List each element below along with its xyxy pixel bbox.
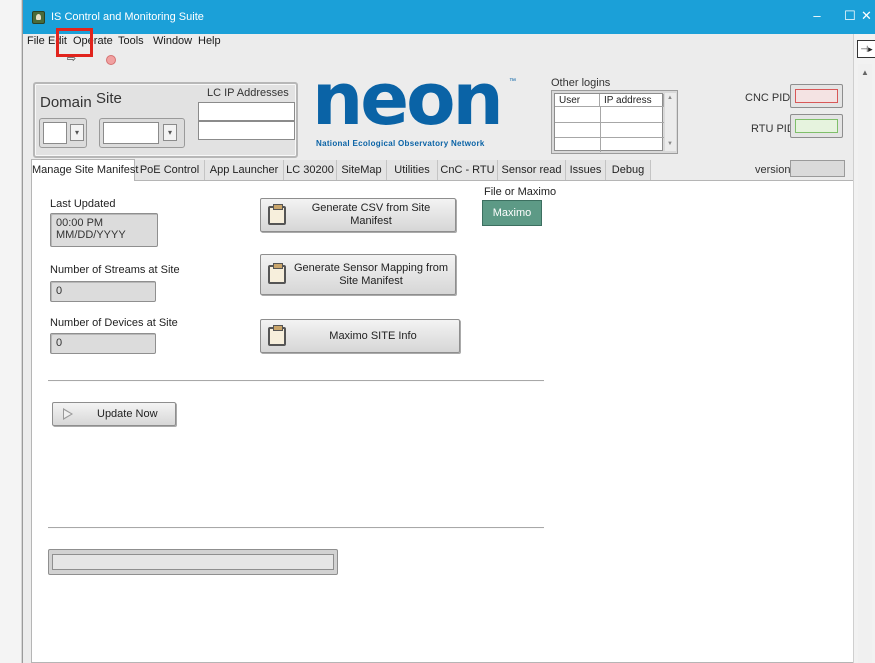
lc-ip-field-2 [198, 121, 295, 140]
menu-help[interactable]: Help [198, 35, 221, 47]
app-icon [32, 11, 45, 24]
menu-window[interactable]: Window [153, 35, 192, 47]
generate-csv-label: Generate CSV from Site Manifest [311, 202, 431, 227]
rtu-pid-indicator [790, 114, 843, 138]
tab-utilities[interactable]: Utilities [387, 160, 438, 180]
screen: IS Control and Monitoring Suite – ☐ File… [0, 0, 875, 663]
domain-label: Domain [40, 94, 92, 111]
cnc-pid-indicator [790, 84, 843, 108]
devices-count-label: Number of Devices at Site [50, 317, 178, 329]
maximize-icon[interactable]: ☐ [840, 8, 860, 26]
minimize-icon[interactable]: – [807, 8, 827, 26]
close-icon[interactable]: ✕ [858, 8, 875, 26]
generate-sensor-mapping-button[interactable]: Generate Sensor Mapping from Site Manife… [260, 254, 456, 295]
tab-debug[interactable]: Debug [606, 160, 651, 180]
tab-app-launcher[interactable]: App Launcher [205, 160, 284, 180]
last-updated-label: Last Updated [50, 198, 116, 210]
generate-sensor-mapping-label: Generate Sensor Mapping from Site Manife… [293, 261, 449, 287]
streams-count-display: 0 [50, 281, 156, 302]
clipboard-icon [268, 263, 286, 284]
maximo-toggle-button[interactable]: Maximo [482, 200, 542, 226]
tab-cnc-rtu[interactable]: CnC - RTU [438, 160, 498, 180]
connector-icon[interactable]: ⊣▸ [857, 40, 875, 58]
menu-bar: File Edit Operate Tools Window Help [23, 34, 875, 49]
abort-icon[interactable] [106, 55, 116, 65]
other-logins-table: User IP address ▲ ▼ [551, 90, 678, 154]
desktop-left-strip [0, 0, 22, 663]
lc-ip-label: LC IP Addresses [207, 87, 289, 99]
update-now-button[interactable]: Update Now [52, 402, 176, 426]
neon-logo: neon ™ National Ecological Observatory N… [312, 63, 544, 153]
play-icon [63, 408, 73, 420]
tab-poe-control[interactable]: PoE Control [135, 160, 205, 180]
logins-grid: User IP address [554, 93, 664, 152]
logins-header-user: User [555, 94, 600, 107]
logins-row-divider [555, 122, 664, 123]
cnc-pid-led [795, 89, 838, 103]
maximo-site-info-label: Maximo SITE Info [329, 329, 417, 342]
tab-manage-site-manifest[interactable]: Manage Site Manifest [31, 159, 138, 181]
manage-site-manifest-panel: Last Updated 00:00 PM MM/DD/YYYY Number … [31, 180, 854, 663]
clipboard-icon [268, 325, 286, 346]
lc-ip-field-1 [198, 102, 295, 121]
title-bar: IS Control and Monitoring Suite – ☐ [23, 0, 875, 34]
streams-count-value: 0 [56, 285, 63, 297]
progress-bar [48, 549, 338, 575]
clipboard-icon [268, 204, 286, 225]
tab-bar: Manage Site Manifest PoE Control App Lau… [31, 159, 653, 181]
domain-dropdown-icon[interactable]: ▾ [70, 124, 84, 141]
logins-header-ip: IP address [600, 94, 664, 107]
last-updated-display: 00:00 PM MM/DD/YYYY [50, 213, 158, 247]
domain-select[interactable]: ▾ [39, 118, 87, 148]
site-select[interactable]: ▾ [99, 118, 185, 148]
devices-count-display: 0 [50, 333, 156, 354]
side-panel-edge: ⊣▸ ▲ [853, 34, 875, 663]
tab-issues[interactable]: Issues [566, 160, 606, 180]
tab-sitemap[interactable]: SiteMap [337, 160, 387, 180]
site-label: Site [96, 90, 122, 107]
last-updated-time: 00:00 PM [56, 217, 104, 229]
site-dropdown-icon[interactable]: ▾ [163, 124, 177, 141]
app-window: IS Control and Monitoring Suite – ☐ File… [22, 0, 875, 663]
maximo-site-info-button[interactable]: Maximo SITE Info [260, 319, 460, 353]
rtu-pid-led [795, 119, 838, 133]
other-logins-label: Other logins [551, 77, 611, 89]
streams-count-label: Number of Streams at Site [50, 264, 180, 276]
section-divider [48, 527, 544, 529]
logo-subtitle: National Ecological Observatory Network [316, 139, 485, 148]
file-or-maximo-label: File or Maximo [484, 186, 557, 198]
progress-track [52, 554, 334, 570]
menu-file[interactable]: File [27, 35, 45, 47]
scroll-up-icon[interactable]: ▲ [667, 95, 673, 101]
logo-wordmark: neon [312, 57, 504, 141]
menu-tools[interactable]: Tools [118, 35, 144, 47]
version-label: version [755, 164, 791, 176]
tab-sensor-read[interactable]: Sensor read [498, 160, 566, 180]
domain-field[interactable] [43, 122, 67, 144]
section-divider [48, 380, 544, 382]
run-button-highlight [56, 28, 93, 57]
logins-row-divider [555, 137, 664, 138]
last-updated-date: MM/DD/YYYY [56, 229, 126, 241]
tab-lc-30200[interactable]: LC 30200 [284, 160, 337, 180]
rtu-pid-label: RTU PID [751, 123, 795, 135]
cnc-pid-label: CNC PID [745, 92, 791, 104]
update-now-label: Update Now [97, 408, 158, 420]
scroll-down-icon[interactable]: ▼ [667, 141, 673, 147]
site-field[interactable] [103, 122, 159, 144]
scroll-up-icon[interactable]: ▲ [861, 68, 869, 77]
logo-trademark: ™ [509, 78, 516, 85]
site-selection-panel: Domain Site LC IP Addresses ▾ ▾ [33, 82, 298, 158]
generate-csv-button[interactable]: Generate CSV from Site Manifest [260, 198, 456, 232]
logins-column-divider [600, 107, 601, 152]
vertical-scrollbar[interactable]: ▲ [858, 64, 872, 663]
devices-count-value: 0 [56, 337, 63, 349]
window-title: IS Control and Monitoring Suite [51, 11, 204, 23]
logins-scrollbar[interactable]: ▲ ▼ [665, 93, 676, 151]
version-field [790, 160, 845, 177]
